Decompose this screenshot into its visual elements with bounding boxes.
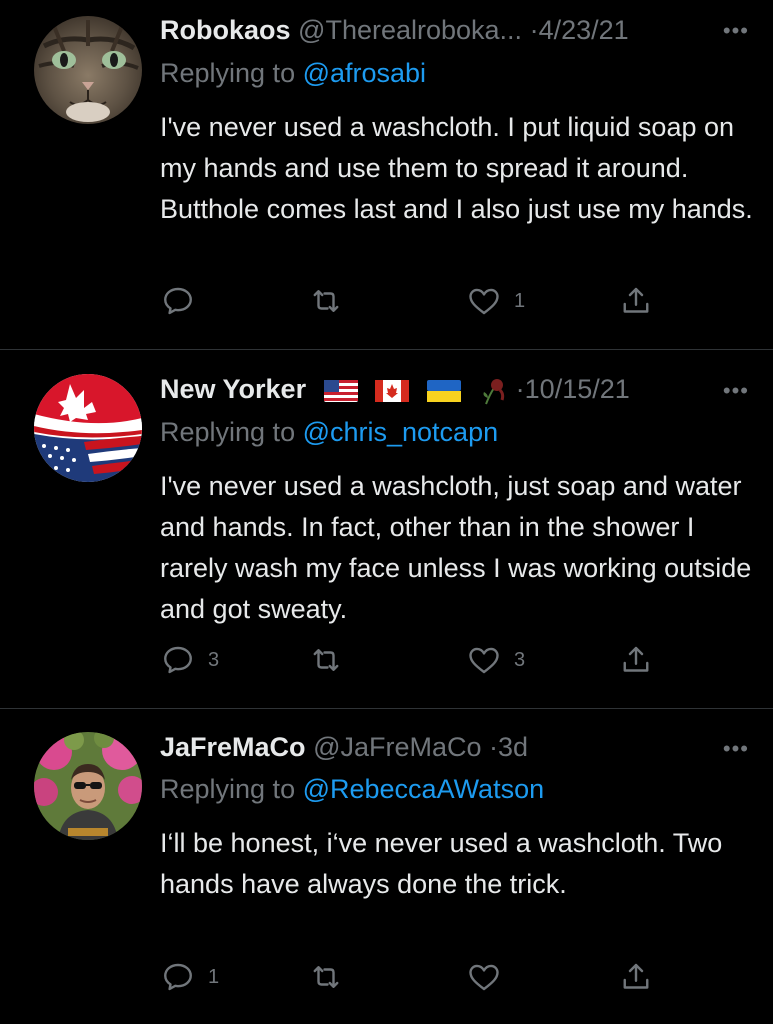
display-name[interactable]: Robokaos: [160, 15, 291, 45]
more-options-icon[interactable]: •••: [723, 378, 749, 404]
tweet-date[interactable]: 10/15/21: [525, 374, 630, 404]
like-button[interactable]: 3: [466, 640, 525, 680]
tweet-text: I've never used a washcloth. I put liqui…: [160, 112, 753, 224]
mention-link[interactable]: @afrosabi: [303, 58, 426, 88]
avatar[interactable]: [34, 732, 142, 840]
mention-link[interactable]: @chris_notcapn: [303, 417, 499, 447]
replying-prefix: Replying to: [160, 774, 303, 804]
reply-count: 1: [208, 965, 220, 988]
like-button[interactable]: [466, 957, 514, 997]
reply-button[interactable]: [160, 281, 208, 321]
like-count: 3: [514, 648, 526, 671]
tweet-actions: 1: [160, 281, 660, 321]
retweet-button[interactable]: [308, 640, 356, 680]
retweet-button[interactable]: [308, 957, 356, 997]
display-name[interactable]: JaFreMaCo: [160, 732, 306, 762]
tweet-actions: 1: [160, 957, 660, 997]
reply-icon: [164, 963, 192, 991]
avatar[interactable]: [34, 374, 142, 482]
reply-icon: [164, 287, 192, 315]
tweet-text: I‘ll be honest, i‘ve never used a washcl…: [160, 828, 723, 899]
replying-to: Replying to @afrosabi: [160, 56, 426, 90]
display-name[interactable]: New Yorker: [160, 374, 306, 404]
share-button[interactable]: [618, 640, 654, 680]
more-options-icon[interactable]: •••: [723, 736, 749, 762]
mention-link[interactable]: @RebeccaAWatson: [303, 774, 545, 804]
man-avatar-image: [34, 732, 142, 840]
cat-avatar-image: [34, 16, 142, 124]
tweet-date[interactable]: 4/23/21: [539, 15, 629, 45]
share-button[interactable]: [618, 957, 654, 997]
tweet-header: New Yorker ·10/15/21: [160, 372, 630, 406]
retweet-icon: [313, 290, 339, 312]
wilted-rose-icon: [483, 378, 505, 405]
like-button[interactable]: 1: [466, 281, 525, 321]
reply-count: 3: [208, 648, 220, 671]
replying-to: Replying to @chris_notcapn: [160, 415, 498, 449]
share-icon: [623, 963, 649, 989]
tweet-jafremaco[interactable]: JaFreMaCo @JaFreMaCo ·3d ••• Replying to…: [0, 709, 773, 1024]
replying-to: Replying to @RebeccaAWatson: [160, 772, 544, 806]
like-count: 1: [514, 289, 526, 312]
avatar[interactable]: [34, 16, 142, 124]
tweet-actions: 3 3: [160, 640, 660, 680]
reply-button[interactable]: 3: [160, 640, 219, 680]
separator-dot: ·: [529, 15, 539, 45]
reply-icon: [164, 646, 192, 674]
user-handle[interactable]: @Therealroboka...: [298, 15, 522, 45]
replying-prefix: Replying to: [160, 58, 303, 88]
us-flag-icon: [323, 379, 358, 402]
share-icon: [623, 646, 649, 672]
heart-icon: [469, 288, 499, 315]
tweet-header: Robokaos @Therealroboka... ·4/23/21: [160, 13, 629, 47]
retweet-button[interactable]: [308, 281, 356, 321]
canada-flag-icon: [375, 379, 410, 402]
flags-avatar-image: [34, 374, 142, 482]
tweet-date[interactable]: 3d: [498, 732, 528, 762]
retweet-icon: [313, 649, 339, 671]
share-button[interactable]: [618, 281, 654, 321]
retweet-icon: [313, 966, 339, 988]
tweet-new-yorker[interactable]: New Yorker ·10/15/21 ••• Replying to @ch…: [0, 350, 773, 708]
more-options-icon[interactable]: •••: [723, 18, 749, 44]
heart-icon: [469, 647, 499, 674]
separator-dot: ·: [489, 732, 499, 762]
tweet-text: I've never used a washcloth, just soap a…: [160, 471, 752, 624]
reply-button[interactable]: 1: [160, 957, 219, 997]
ukraine-flag-icon: [426, 379, 461, 402]
replying-prefix: Replying to: [160, 417, 303, 447]
separator-dot: ·: [515, 374, 525, 404]
tweet-robokaos[interactable]: Robokaos @Therealroboka... ·4/23/21 ••• …: [0, 0, 773, 350]
user-handle[interactable]: @JaFreMaCo: [313, 732, 481, 762]
tweet-header: JaFreMaCo @JaFreMaCo ·3d: [160, 730, 528, 764]
share-icon: [623, 287, 649, 313]
heart-icon: [469, 964, 499, 991]
